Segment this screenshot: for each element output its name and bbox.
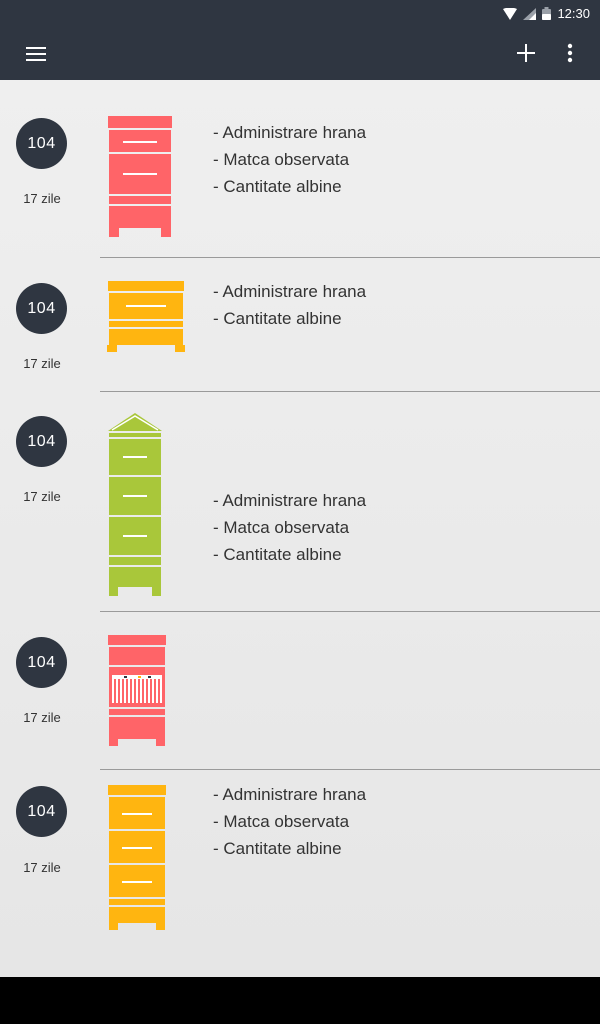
battery-icon bbox=[542, 7, 552, 20]
hive-tasks: - Administrare hrana - Cantitate albine bbox=[213, 281, 366, 335]
hive-row[interactable]: 104 17 zile - Administrare hrana - Canti… bbox=[0, 258, 600, 392]
add-button[interactable] bbox=[514, 41, 538, 65]
menu-button[interactable] bbox=[24, 44, 48, 64]
hive-tasks: - Administrare hrana - Matca observata -… bbox=[213, 784, 366, 865]
hive-number-badge: 104 bbox=[16, 283, 67, 334]
task-item: - Matca observata bbox=[213, 150, 350, 169]
hive-number-badge: 104 bbox=[16, 118, 67, 169]
hive-days: 17 zile bbox=[23, 191, 61, 206]
status-bar: 12:30 bbox=[0, 0, 600, 28]
hive-icon bbox=[107, 281, 185, 352]
task-item: - Administrare hrana bbox=[213, 123, 367, 142]
task-item: - Cantitate albine bbox=[213, 545, 342, 564]
hive-days: 17 zile bbox=[23, 860, 61, 875]
hive-list: 104 17 zile - Administrare hrana - Matca… bbox=[0, 80, 600, 977]
signal-icon bbox=[523, 7, 537, 20]
hive-number-badge: 104 bbox=[16, 637, 67, 688]
hive-number-badge: 104 bbox=[16, 416, 67, 467]
task-item: - Administrare hrana bbox=[213, 785, 367, 804]
app-bar bbox=[0, 28, 600, 80]
hive-days: 17 zile bbox=[23, 356, 61, 371]
hive-icon bbox=[108, 413, 162, 596]
status-time: 12:30 bbox=[557, 6, 590, 21]
task-item: - Cantitate albine bbox=[213, 309, 342, 328]
hive-icon bbox=[108, 116, 172, 237]
hive-tasks: - Administrare hrana - Matca observata -… bbox=[213, 490, 366, 571]
task-item: - Cantitate albine bbox=[213, 839, 342, 858]
hive-icon bbox=[108, 635, 166, 746]
task-item: - Matca observata bbox=[213, 518, 350, 537]
task-item: - Administrare hrana bbox=[213, 491, 367, 510]
task-item: - Matca observata bbox=[213, 812, 350, 831]
hive-number-badge: 104 bbox=[16, 786, 67, 837]
hive-row[interactable]: 104 17 zile - Administrare hrana - Matca… bbox=[0, 392, 600, 612]
add-icon bbox=[517, 44, 535, 62]
more-vert-icon bbox=[567, 43, 573, 63]
task-item: - Administrare hrana bbox=[213, 282, 367, 301]
hive-row[interactable]: 104 17 zile - Administrare hrana - Matca… bbox=[0, 770, 600, 977]
system-nav-bar bbox=[0, 977, 600, 1024]
hive-days: 17 zile bbox=[23, 710, 61, 725]
hive-days: 17 zile bbox=[23, 489, 61, 504]
hive-row[interactable]: 104 17 zile - Administrare hrana - Matca… bbox=[0, 80, 600, 258]
hive-tasks: - Administrare hrana - Matca observata -… bbox=[213, 122, 366, 203]
hive-row[interactable]: 104 17 zile bbox=[0, 612, 600, 770]
hive-icon bbox=[108, 785, 166, 930]
more-options-button[interactable] bbox=[560, 41, 580, 65]
wifi-icon bbox=[503, 7, 518, 20]
task-item: - Cantitate albine bbox=[213, 177, 342, 196]
menu-icon bbox=[26, 47, 46, 61]
